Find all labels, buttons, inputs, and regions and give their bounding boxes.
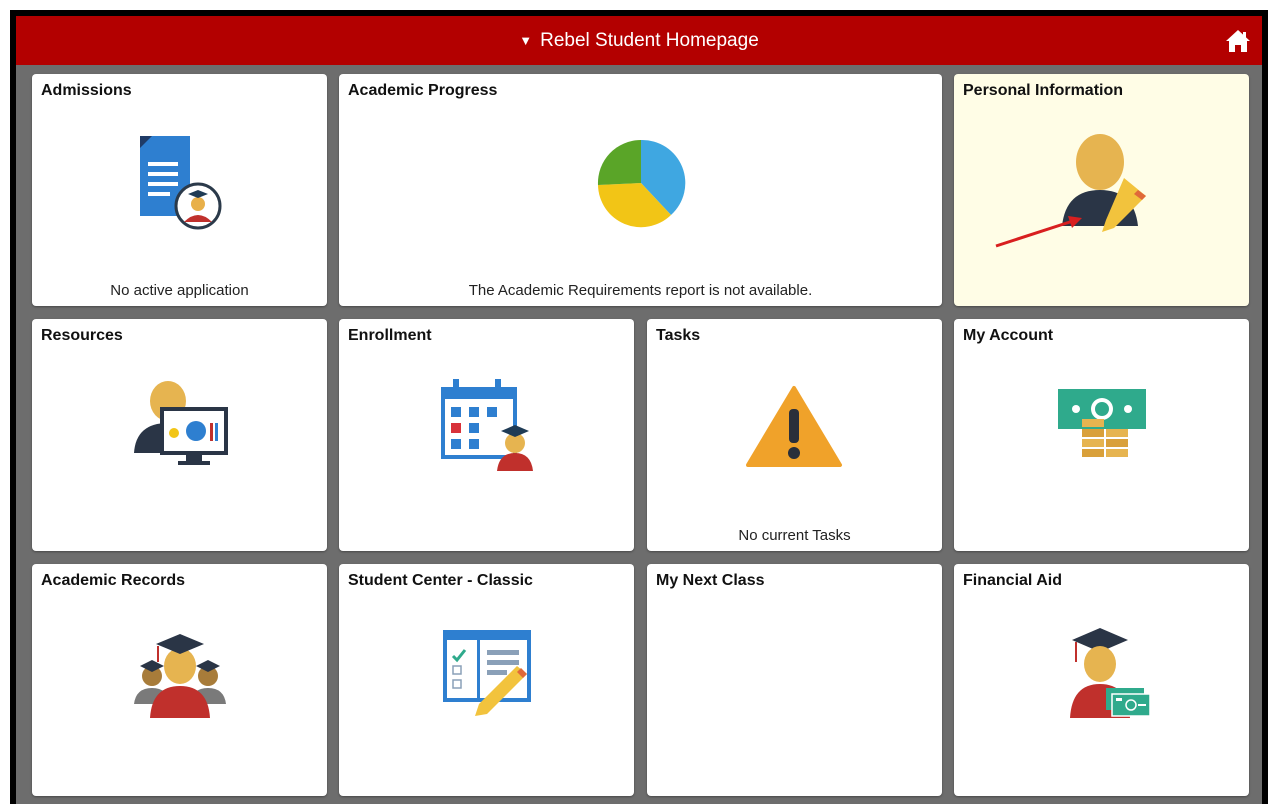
home-button[interactable] bbox=[1224, 27, 1252, 55]
homepage-title: Rebel Student Homepage bbox=[540, 29, 759, 51]
tile-enrollment[interactable]: Enrollment bbox=[339, 319, 634, 551]
tile-title: Admissions bbox=[41, 82, 132, 99]
tile-my-next-class[interactable]: My Next Class bbox=[647, 564, 942, 796]
tile-title: Enrollment bbox=[348, 327, 432, 344]
caret-down-icon: ▼ bbox=[519, 33, 533, 48]
tile-footer: No current Tasks bbox=[738, 527, 851, 544]
checklist-pencil-icon bbox=[443, 630, 531, 716]
tile-financial-aid[interactable]: Financial Aid bbox=[954, 564, 1249, 796]
tile-title: Student Center - Classic bbox=[348, 572, 533, 589]
person-edit-icon bbox=[995, 134, 1146, 248]
tile-title: My Account bbox=[963, 327, 1054, 344]
tile-footer: The Academic Requirements report is not … bbox=[468, 282, 813, 299]
tile-tasks[interactable]: Tasks No current Tasks bbox=[647, 319, 942, 551]
tile-personal-information[interactable]: Personal Information bbox=[954, 74, 1249, 306]
document-graduate-icon bbox=[140, 136, 222, 230]
graduate-money-icon bbox=[1070, 628, 1151, 718]
homepage-container: ▼ Rebel Student Homepage Admissions No a… bbox=[16, 16, 1262, 804]
money-coins-icon bbox=[1058, 389, 1146, 457]
warning-icon bbox=[746, 386, 842, 467]
tile-my-account[interactable]: My Account bbox=[954, 319, 1249, 551]
pie-chart-icon bbox=[597, 139, 686, 228]
tile-title: Academic Records bbox=[41, 572, 186, 589]
person-monitor-icon bbox=[134, 381, 228, 465]
tile-title: Financial Aid bbox=[963, 572, 1062, 589]
tile-title: My Next Class bbox=[656, 572, 765, 589]
tile-academic-progress[interactable]: Academic Progress The Academic Requireme… bbox=[339, 74, 942, 306]
tile-title: Academic Progress bbox=[348, 82, 498, 99]
tile-title: Resources bbox=[41, 327, 123, 344]
tile-title: Tasks bbox=[656, 327, 701, 344]
homepage-banner: ▼ Rebel Student Homepage bbox=[16, 16, 1262, 65]
page-frame: ▼ Rebel Student Homepage Admissions No a… bbox=[10, 10, 1268, 804]
tile-academic-records[interactable]: Academic Records bbox=[32, 564, 327, 796]
tile-admissions[interactable]: Admissions No active application bbox=[32, 74, 327, 306]
tile-footer: No active application bbox=[110, 282, 249, 299]
home-icon bbox=[1226, 30, 1250, 52]
tile-resources[interactable]: Resources bbox=[32, 319, 327, 551]
graduates-group-icon bbox=[134, 634, 226, 718]
tile-title: Personal Information bbox=[963, 82, 1124, 99]
tile-student-center-classic[interactable]: Student Center - Classic bbox=[339, 564, 634, 796]
calendar-graduate-icon bbox=[441, 379, 533, 471]
homepage-selector[interactable]: ▼ Rebel Student Homepage bbox=[519, 30, 759, 52]
